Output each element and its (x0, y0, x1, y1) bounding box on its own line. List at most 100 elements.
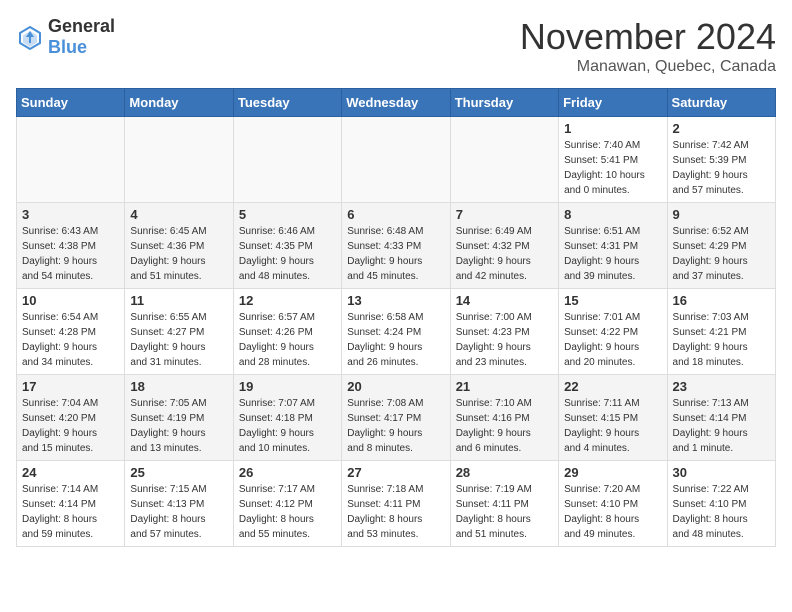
calendar-cell: 30Sunrise: 7:22 AM Sunset: 4:10 PM Dayli… (667, 461, 775, 547)
title-area: November 2024 Manawan, Quebec, Canada (520, 16, 776, 76)
logo-general: General (48, 16, 115, 36)
day-info: Sunrise: 7:01 AM Sunset: 4:22 PM Dayligh… (564, 310, 661, 370)
day-info: Sunrise: 7:17 AM Sunset: 4:12 PM Dayligh… (239, 482, 336, 542)
day-number: 7 (456, 207, 553, 222)
calendar-cell: 25 Sunrise: 7:15 AM Sunset: 4:13 PM Dayli… (125, 461, 233, 547)
calendar-cell: 28 Sunrise: 7:19 AM Sunset: 4:11 PM Dayli… (450, 461, 558, 547)
calendar-cell: 26 Sunrise: 7:17 AM Sunset: 4:12 PM Dayli… (233, 461, 341, 547)
calendar-cell: 21 Sunrise: 7:10 AM Sunset: 4:16 PM Dayli… (450, 375, 558, 461)
calendar-cell: 4Sunrise: 6:45 AM Sunset: 4:36 PM Daylig… (125, 203, 233, 289)
day-number: 19 (239, 379, 336, 394)
location-title: Manawan, Quebec, Canada (520, 58, 776, 76)
calendar-cell: 14 Sunrise: 7:00 AM Sunset: 4:23 PM Dayli… (450, 289, 558, 375)
logo-icon (16, 23, 44, 51)
day-number: 24 (22, 465, 119, 480)
calendar-cell: 15 Sunrise: 7:01 AM Sunset: 4:22 PM Dayli… (559, 289, 667, 375)
day-info: Sunrise: 7:20 AM Sunset: 4:10 PM Dayligh… (564, 482, 661, 542)
calendar-cell: 23Sunrise: 7:13 AM Sunset: 4:14 PM Dayli… (667, 375, 775, 461)
week-row-3: 10 Sunrise: 6:54 AM Sunset: 4:28 PM Dayli… (17, 289, 776, 375)
day-info: Sunrise: 6:58 AM Sunset: 4:24 PM Dayligh… (347, 310, 444, 370)
calendar-cell: 6Sunrise: 6:48 AM Sunset: 4:33 PM Daylig… (342, 203, 450, 289)
calendar-cell: 20 Sunrise: 7:08 AM Sunset: 4:17 PM Dayli… (342, 375, 450, 461)
month-title: November 2024 (520, 16, 776, 58)
calendar-cell: 24Sunrise: 7:14 AM Sunset: 4:14 PM Dayli… (17, 461, 125, 547)
calendar-cell: 19 Sunrise: 7:07 AM Sunset: 4:18 PM Dayli… (233, 375, 341, 461)
calendar-cell: 10 Sunrise: 6:54 AM Sunset: 4:28 PM Dayli… (17, 289, 125, 375)
calendar-cell: 16Sunrise: 7:03 AM Sunset: 4:21 PM Dayli… (667, 289, 775, 375)
calendar-cell: 1Sunrise: 7:40 AM Sunset: 5:41 PM Daylig… (559, 117, 667, 203)
day-info: Sunrise: 6:52 AM Sunset: 4:29 PM Dayligh… (673, 224, 770, 284)
day-number: 25 (130, 465, 227, 480)
day-info: Sunrise: 7:10 AM Sunset: 4:16 PM Dayligh… (456, 396, 553, 456)
weekday-header-sunday: Sunday (17, 89, 125, 117)
calendar-cell: 3Sunrise: 6:43 AM Sunset: 4:38 PM Daylig… (17, 203, 125, 289)
day-number: 20 (347, 379, 444, 394)
calendar-cell: 12 Sunrise: 6:57 AM Sunset: 4:26 PM Dayli… (233, 289, 341, 375)
day-number: 14 (456, 293, 553, 308)
day-number: 28 (456, 465, 553, 480)
calendar-cell: 13 Sunrise: 6:58 AM Sunset: 4:24 PM Dayli… (342, 289, 450, 375)
calendar-cell (233, 117, 341, 203)
calendar-cell: 17Sunrise: 7:04 AM Sunset: 4:20 PM Dayli… (17, 375, 125, 461)
day-number: 10 (22, 293, 119, 308)
day-info: Sunrise: 7:18 AM Sunset: 4:11 PM Dayligh… (347, 482, 444, 542)
header: General Blue November 2024 Manawan, Queb… (16, 16, 776, 76)
calendar-cell: 27 Sunrise: 7:18 AM Sunset: 4:11 PM Dayli… (342, 461, 450, 547)
day-info: Sunrise: 7:11 AM Sunset: 4:15 PM Dayligh… (564, 396, 661, 456)
day-info: Sunrise: 6:49 AM Sunset: 4:32 PM Dayligh… (456, 224, 553, 284)
weekday-header-thursday: Thursday (450, 89, 558, 117)
week-row-4: 17Sunrise: 7:04 AM Sunset: 4:20 PM Dayli… (17, 375, 776, 461)
day-number: 17 (22, 379, 119, 394)
day-number: 30 (673, 465, 770, 480)
calendar-cell: 22 Sunrise: 7:11 AM Sunset: 4:15 PM Dayli… (559, 375, 667, 461)
weekday-header-wednesday: Wednesday (342, 89, 450, 117)
weekday-header-friday: Friday (559, 89, 667, 117)
logo-text: General Blue (48, 16, 115, 58)
day-info: Sunrise: 7:42 AM Sunset: 5:39 PM Dayligh… (673, 138, 770, 198)
day-info: Sunrise: 7:40 AM Sunset: 5:41 PM Dayligh… (564, 138, 661, 198)
day-info: Sunrise: 7:00 AM Sunset: 4:23 PM Dayligh… (456, 310, 553, 370)
day-number: 11 (130, 293, 227, 308)
weekday-header-monday: Monday (125, 89, 233, 117)
day-number: 21 (456, 379, 553, 394)
day-number: 27 (347, 465, 444, 480)
day-number: 13 (347, 293, 444, 308)
day-number: 5 (239, 207, 336, 222)
calendar-cell: 8 Sunrise: 6:51 AM Sunset: 4:31 PM Daylig… (559, 203, 667, 289)
day-info: Sunrise: 6:57 AM Sunset: 4:26 PM Dayligh… (239, 310, 336, 370)
week-row-1: 1Sunrise: 7:40 AM Sunset: 5:41 PM Daylig… (17, 117, 776, 203)
week-row-2: 3Sunrise: 6:43 AM Sunset: 4:38 PM Daylig… (17, 203, 776, 289)
day-info: Sunrise: 7:07 AM Sunset: 4:18 PM Dayligh… (239, 396, 336, 456)
day-number: 12 (239, 293, 336, 308)
day-info: Sunrise: 7:15 AM Sunset: 4:13 PM Dayligh… (130, 482, 227, 542)
day-number: 8 (564, 207, 661, 222)
day-info: Sunrise: 6:46 AM Sunset: 4:35 PM Dayligh… (239, 224, 336, 284)
day-info: Sunrise: 7:13 AM Sunset: 4:14 PM Dayligh… (673, 396, 770, 456)
week-row-5: 24Sunrise: 7:14 AM Sunset: 4:14 PM Dayli… (17, 461, 776, 547)
day-number: 16 (673, 293, 770, 308)
day-info: Sunrise: 7:08 AM Sunset: 4:17 PM Dayligh… (347, 396, 444, 456)
day-number: 9 (673, 207, 770, 222)
day-number: 3 (22, 207, 119, 222)
calendar-cell (342, 117, 450, 203)
day-info: Sunrise: 6:51 AM Sunset: 4:31 PM Dayligh… (564, 224, 661, 284)
weekday-header-saturday: Saturday (667, 89, 775, 117)
day-number: 2 (673, 121, 770, 136)
calendar-cell: 7 Sunrise: 6:49 AM Sunset: 4:32 PM Daylig… (450, 203, 558, 289)
day-number: 29 (564, 465, 661, 480)
calendar-cell: 11Sunrise: 6:55 AM Sunset: 4:27 PM Dayli… (125, 289, 233, 375)
day-number: 6 (347, 207, 444, 222)
day-number: 22 (564, 379, 661, 394)
logo: General Blue (16, 16, 115, 58)
day-info: Sunrise: 7:19 AM Sunset: 4:11 PM Dayligh… (456, 482, 553, 542)
weekday-header-row: SundayMondayTuesdayWednesdayThursdayFrid… (17, 89, 776, 117)
logo-blue: Blue (48, 37, 87, 57)
calendar-cell: 29 Sunrise: 7:20 AM Sunset: 4:10 PM Dayli… (559, 461, 667, 547)
day-number: 18 (130, 379, 227, 394)
day-number: 15 (564, 293, 661, 308)
calendar-cell: 9 Sunrise: 6:52 AM Sunset: 4:29 PM Daylig… (667, 203, 775, 289)
day-info: Sunrise: 6:54 AM Sunset: 4:28 PM Dayligh… (22, 310, 119, 370)
calendar-cell: 5 Sunrise: 6:46 AM Sunset: 4:35 PM Daylig… (233, 203, 341, 289)
day-number: 4 (130, 207, 227, 222)
day-number: 26 (239, 465, 336, 480)
